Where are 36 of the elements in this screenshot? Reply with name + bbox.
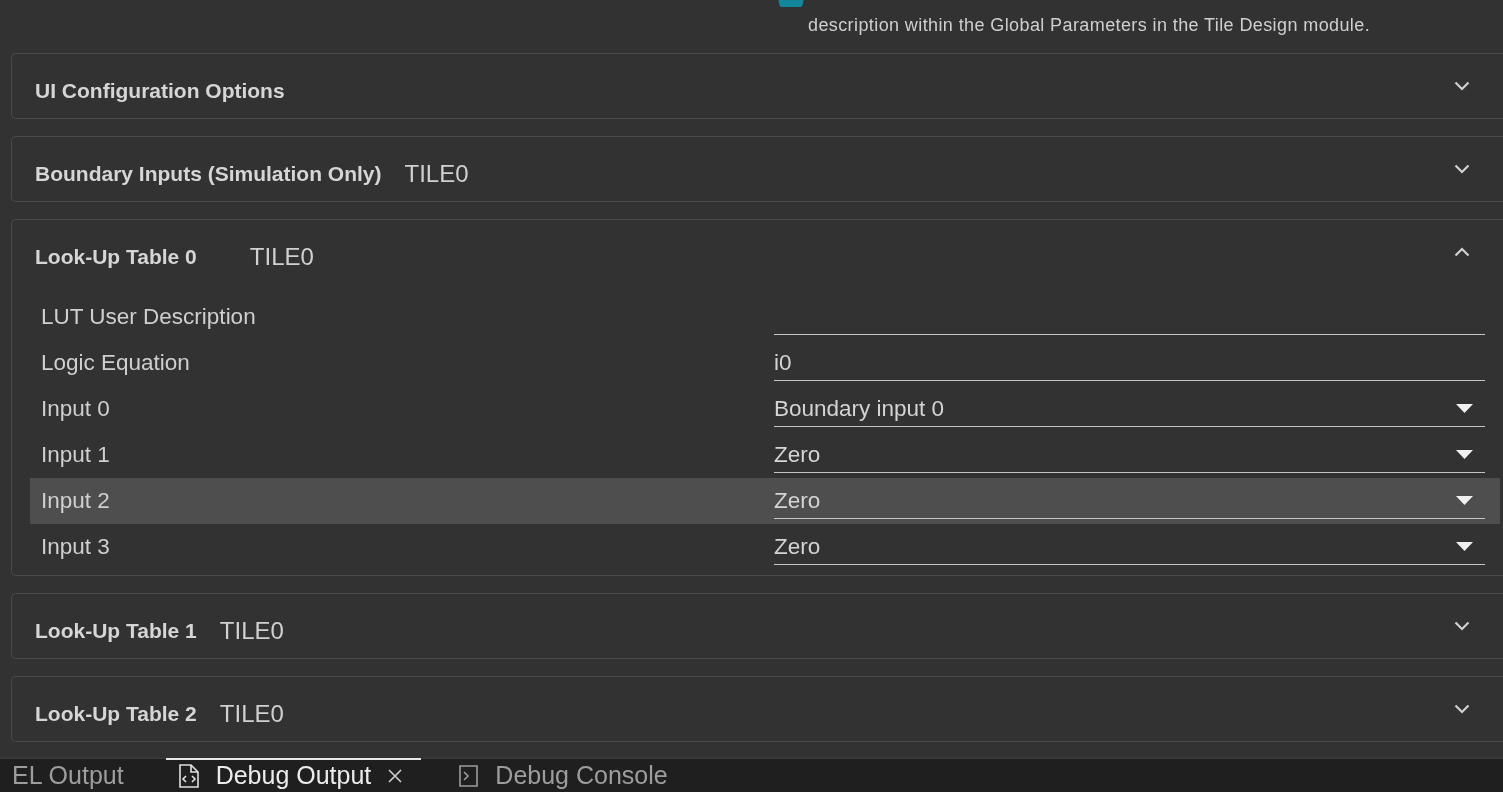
document-icon — [177, 763, 200, 788]
chevron-down-icon[interactable] — [1454, 81, 1470, 91]
caret-icon — [1456, 542, 1473, 551]
field-label: Input 3 — [41, 534, 110, 560]
field-label: LUT User Description — [41, 304, 256, 330]
section-title: Look-Up Table 0 — [35, 243, 197, 270]
section-title: Boundary Inputs (Simulation Only) — [35, 160, 382, 187]
field-label: Input 1 — [41, 442, 110, 468]
field-label: Logic Equation — [41, 350, 190, 376]
caret-icon — [1456, 404, 1473, 413]
section-title: Look-Up Table 2 — [35, 700, 197, 727]
section-title: UI Configuration Options — [35, 77, 285, 104]
tile-label: TILE0 — [249, 242, 314, 271]
tile-label: TILE0 — [219, 699, 284, 728]
dropdown[interactable]: Zero — [774, 529, 1485, 565]
dropdown[interactable]: Boundary input 0 — [774, 391, 1485, 427]
panel-tab[interactable]: Debug Output — [165, 758, 422, 791]
text-field[interactable]: i0 — [774, 345, 1485, 381]
dropdown[interactable]: Zero — [774, 437, 1485, 473]
tile-label: TILE0 — [219, 616, 284, 645]
section-title: Look-Up Table 1 — [35, 617, 197, 644]
note-text: description within the Global Parameters in the Tile Design module. — [808, 14, 1371, 36]
terminal-icon — [457, 763, 480, 788]
panel-tab[interactable]: EL Output — [0, 758, 142, 791]
chevron-up-icon[interactable] — [1454, 247, 1470, 257]
close-icon[interactable] — [387, 767, 404, 784]
field-label: Input 0 — [41, 396, 110, 422]
field-label: Input 2 — [41, 488, 110, 514]
caret-icon — [1456, 450, 1473, 459]
caret-icon — [1456, 496, 1473, 505]
chevron-down-icon[interactable] — [1454, 621, 1470, 631]
tile-label: TILE0 — [404, 159, 469, 188]
chevron-down-icon[interactable] — [1454, 704, 1470, 714]
chevron-down-icon[interactable] — [1454, 164, 1470, 174]
dropdown[interactable]: Zero — [774, 483, 1485, 519]
panel-tab[interactable]: Debug Console — [445, 758, 686, 791]
